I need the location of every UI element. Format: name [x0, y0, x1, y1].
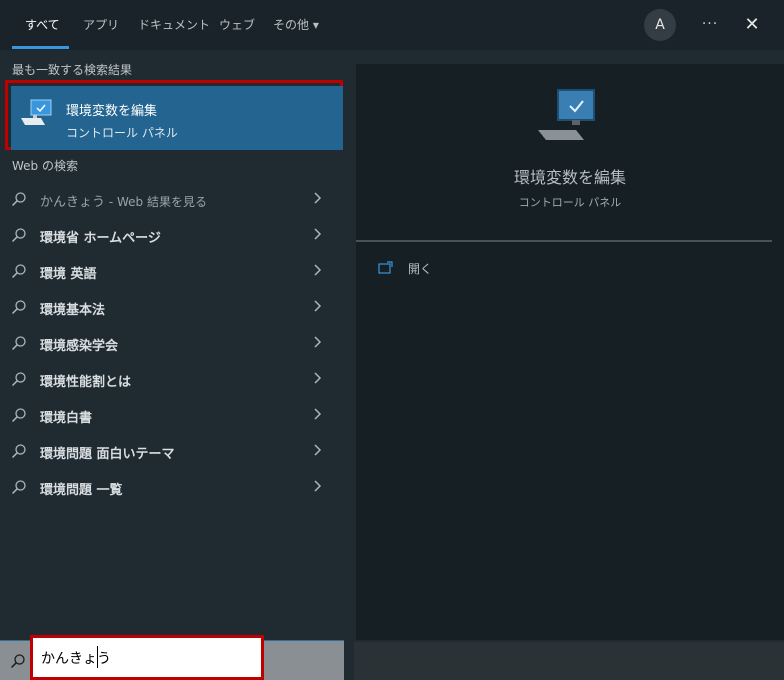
- web-result-label: 環境省 ホームページ: [40, 231, 161, 246]
- web-result-query: かんきょう: [40, 195, 106, 210]
- chevron-right-icon[interactable]: [312, 261, 324, 279]
- search-icon: [11, 228, 26, 243]
- chevron-right-icon[interactable]: [312, 477, 324, 495]
- monitor-check-icon: [538, 89, 595, 140]
- account-avatar[interactable]: A: [644, 9, 676, 41]
- close-icon[interactable]: ✕: [740, 13, 764, 37]
- web-result-item[interactable]: 環境問題 一覧: [0, 469, 344, 505]
- search-icon: [11, 480, 26, 495]
- tab-all[interactable]: すべて: [25, 0, 60, 50]
- web-search-heading: Web の検索: [12, 159, 78, 173]
- active-tab-indicator: [12, 46, 69, 49]
- web-result-item[interactable]: 環境 英語: [0, 253, 344, 289]
- chevron-right-icon[interactable]: [312, 441, 324, 459]
- best-match-title: 環境変数を編集: [66, 104, 158, 119]
- best-match-subtitle: コントロール パネル: [66, 126, 178, 140]
- search-input[interactable]: [37, 642, 265, 674]
- chevron-right-icon[interactable]: [312, 189, 324, 207]
- preview-footer: [354, 642, 784, 680]
- search-icon: [11, 372, 26, 387]
- web-result-label: 環境性能割とは: [40, 375, 132, 390]
- web-result-item[interactable]: 環境省 ホームページ: [0, 217, 344, 253]
- tab-documents[interactable]: ドキュメント: [138, 0, 210, 50]
- search-icon: [10, 654, 25, 669]
- search-icon: [11, 444, 26, 459]
- preview-panel: 環境変数を編集 コントロール パネル 開く: [356, 64, 784, 640]
- web-result-label: 環境 英語: [40, 267, 97, 282]
- web-result-item[interactable]: 環境白書: [0, 397, 344, 433]
- search-input-highlight: [30, 635, 265, 680]
- web-result-label: 環境問題 面白いテーマ: [40, 447, 175, 462]
- search-icon: [11, 264, 26, 279]
- chevron-right-icon[interactable]: [312, 297, 324, 315]
- tab-more-dropdown[interactable]: その他 ▾: [273, 0, 319, 50]
- search-icon: [11, 408, 26, 423]
- text-caret: [97, 646, 98, 668]
- tab-web[interactable]: ウェブ: [219, 0, 255, 50]
- search-icon: [11, 336, 26, 351]
- open-action-label: 開く: [408, 262, 433, 276]
- best-match-heading: 最も一致する検索結果: [12, 63, 133, 77]
- chevron-right-icon[interactable]: [312, 405, 324, 423]
- web-result-item[interactable]: かんきょう - Web 結果を見る: [0, 181, 344, 217]
- web-result-item[interactable]: 環境問題 面白いテーマ: [0, 433, 344, 469]
- chevron-right-icon[interactable]: [312, 225, 324, 243]
- search-icon: [11, 300, 26, 315]
- search-icon: [11, 192, 26, 207]
- preview-subtitle: コントロール パネル: [518, 196, 622, 209]
- top-bar: すべて アプリ ドキュメント ウェブ その他 ▾ A ··· ✕: [0, 0, 784, 50]
- web-result-label: 環境基本法: [40, 303, 106, 318]
- chevron-right-icon[interactable]: [312, 369, 324, 387]
- web-result-item[interactable]: 環境基本法: [0, 289, 344, 325]
- preview-divider: [356, 240, 772, 242]
- web-result-item[interactable]: 環境性能割とは: [0, 361, 344, 397]
- web-result-label: 環境感染学会: [40, 339, 119, 354]
- open-window-icon: [378, 261, 393, 274]
- monitor-check-icon: [21, 99, 52, 125]
- web-result-label: 環境問題 一覧: [40, 483, 123, 498]
- preview-title: 環境変数を編集: [513, 168, 626, 187]
- best-match-result[interactable]: 環境変数を編集 コントロール パネル: [5, 80, 343, 150]
- web-result-suffix: - Web 結果を見る: [105, 195, 207, 209]
- web-result-label: 環境白書: [40, 411, 93, 426]
- chevron-right-icon[interactable]: [312, 333, 324, 351]
- more-options-icon[interactable]: ···: [698, 13, 722, 37]
- tab-apps[interactable]: アプリ: [83, 0, 119, 50]
- web-result-item[interactable]: 環境感染学会: [0, 325, 344, 361]
- best-match-highlight: 環境変数を編集 コントロール パネル: [11, 86, 343, 150]
